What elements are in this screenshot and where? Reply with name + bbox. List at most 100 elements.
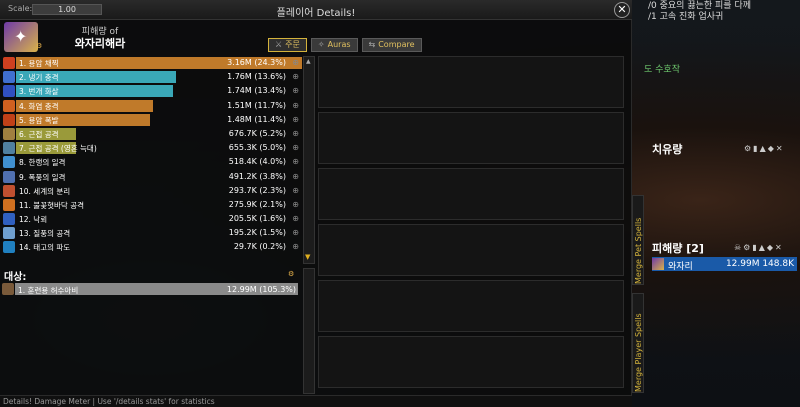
spell-name: 2. 냉기 충격 — [19, 73, 59, 83]
expand-icon[interactable]: ⊕ — [292, 72, 299, 81]
mage-class-icon — [652, 258, 664, 270]
mage-class-icon — [4, 22, 38, 52]
spell-name: 9. 폭풍의 일격 — [19, 172, 66, 182]
expand-icon[interactable]: ⊕ — [292, 200, 299, 209]
spell-icon — [3, 71, 15, 84]
spell-value: 1.76M (13.6%) — [227, 72, 286, 82]
spell-name: 5. 용암 폭발 — [19, 115, 59, 125]
meter-toolbar-icons[interactable]: ☠⚙▮▲◆✕ — [734, 243, 784, 252]
target-name: 1. 훈련용 허수아비 — [18, 286, 79, 295]
expand-icon[interactable]: ⊕ — [292, 115, 299, 124]
spell-name: 12. 낙뢰 — [19, 215, 48, 225]
spell-icon — [3, 142, 15, 155]
spell-row[interactable]: 2. 냉기 충격 1.76M (13.6%) ⊕ — [2, 70, 302, 84]
spell-icon — [3, 127, 15, 140]
spell-value: 1.51M (11.7%) — [227, 100, 286, 110]
target-dummy-icon — [2, 283, 14, 295]
expand-icon[interactable]: ⊕ — [292, 157, 299, 166]
spell-row[interactable]: 8. 한랭의 일격 518.4K (4.0%) ⊕ — [2, 155, 302, 169]
meter-toolbar-icons[interactable]: ⚙▮▲◆✕ — [744, 144, 785, 153]
spell-row[interactable]: 13. 질풍의 공격 195.2K (1.5%) ⊕ — [2, 226, 302, 240]
spell-value: 3.16M (24.3%) — [227, 58, 286, 67]
expand-icon[interactable]: ⊕ — [292, 86, 299, 95]
spell-value: 195.2K (1.5%) — [228, 228, 286, 238]
detail-panel — [318, 224, 624, 276]
spell-name: 10. 세계의 분리 — [19, 186, 71, 196]
spell-value: 275.9K (2.1%) — [228, 199, 286, 209]
merge-player-spells-tab[interactable]: Merge Player Spells — [632, 293, 644, 393]
spell-name: 8. 한랭의 일격 — [19, 158, 66, 168]
merge-pet-spells-tab[interactable]: Merge Pet Spells — [632, 195, 644, 285]
expand-icon[interactable]: ⊕ — [292, 143, 299, 152]
expand-icon[interactable]: ⊕ — [292, 101, 299, 110]
spell-scrollbar[interactable]: ▲ ▼ — [303, 56, 315, 264]
targets-label: 대상: — [4, 272, 27, 283]
spell-row[interactable]: 5. 용암 폭발 1.48M (11.4%) ⊕ — [2, 113, 302, 127]
tab-compare[interactable]: ⇆ Compare — [361, 38, 422, 52]
target-row[interactable]: 1. 훈련용 허수아비 12.99M (105.3%) — [2, 283, 298, 295]
expand-icon[interactable]: ⊕ — [292, 214, 299, 223]
meter-player-row[interactable]: 와자리 12.99M 148.8K — [652, 257, 797, 272]
spell-icon — [3, 113, 15, 126]
spell-icon — [3, 85, 15, 98]
scroll-down-icon[interactable]: ▼ — [305, 253, 310, 261]
aura-icon: ✧ — [317, 40, 325, 49]
spec-icon: ⚙ — [36, 42, 43, 50]
spell-list: 1. 용암 채찍 3.16M (24.3%) ⊕ 2. 냉기 충격 1.76M (13.… — [2, 56, 302, 255]
spell-icon — [3, 156, 15, 169]
damage-meter-title[interactable]: 피해량 [2] — [652, 240, 704, 256]
spell-value: 1.74M (13.4%) — [227, 86, 286, 96]
detail-panel — [318, 280, 624, 332]
spell-row[interactable]: 12. 낙뢰 205.5K (1.6%) ⊕ — [2, 212, 302, 226]
chat-line: /1 고속 진화 업사귀 — [648, 12, 724, 22]
spell-value: 1.48M (11.4%) — [227, 114, 286, 124]
target-scrollbar[interactable] — [303, 268, 315, 394]
spec-icon: ⚙ — [288, 270, 295, 278]
spell-row[interactable]: 1. 용암 채찍 3.16M (24.3%) ⊕ — [2, 56, 302, 70]
expand-icon[interactable]: ⊕ — [292, 172, 299, 181]
spell-name: 7. 근접 공격 (영혼 늑대) — [19, 144, 97, 154]
healing-meter-title[interactable]: 치유량 — [652, 141, 682, 157]
spell-row[interactable]: 14. 태고의 파도 29.7K (0.2%) ⊕ — [2, 240, 302, 254]
tab-auras[interactable]: ✧ Auras — [310, 38, 358, 52]
spell-row[interactable]: 3. 번개 화살 1.74M (13.4%) ⊕ — [2, 84, 302, 98]
spell-icon — [3, 227, 15, 240]
detail-panels — [318, 56, 624, 392]
target-value: 12.99M (105.3%) — [226, 285, 296, 294]
spell-row[interactable]: 10. 세계의 분리 293.7K (2.3%) ⊕ — [2, 184, 302, 198]
spell-value: 676.7K (5.2%) — [228, 128, 286, 138]
spell-value: 205.5K (1.6%) — [228, 214, 286, 224]
expand-icon[interactable]: ⊕ — [292, 186, 299, 195]
expand-icon[interactable]: ⊕ — [292, 242, 299, 251]
objective-text: 도 수호작 — [644, 65, 680, 75]
spell-name: 11. 불꽃혓바닥 공격 — [19, 200, 84, 210]
player-header: ⚙ 피해량 of 와자리해라 — [0, 20, 300, 56]
spell-value: 518.4K (4.0%) — [228, 157, 286, 167]
sword-icon: ⚔ — [275, 40, 283, 49]
spell-icon — [3, 198, 15, 211]
detail-panel — [318, 336, 624, 388]
title-bar[interactable]: Scale: 1.00 플레이어 Details! ✕ — [0, 0, 632, 20]
spell-name: 13. 질풍의 공격 — [19, 229, 71, 239]
compare-icon: ⇆ — [368, 40, 376, 49]
tab-spells[interactable]: ⚔ 주문 — [268, 38, 307, 52]
scroll-up-icon[interactable]: ▲ — [306, 58, 311, 65]
spell-icon — [3, 241, 15, 254]
spell-row[interactable]: 4. 화염 충격 1.51M (11.7%) ⊕ — [2, 99, 302, 113]
spell-row[interactable]: 11. 불꽃혓바닥 공격 275.9K (2.1%) ⊕ — [2, 198, 302, 212]
expand-icon[interactable]: ⊕ — [292, 58, 299, 67]
spell-icon — [3, 213, 15, 226]
spell-name: 14. 태고의 파도 — [19, 243, 71, 253]
detail-panel — [318, 168, 624, 220]
spell-value: 491.2K (3.8%) — [228, 171, 286, 181]
spell-icon — [3, 170, 15, 183]
expand-icon[interactable]: ⊕ — [292, 129, 299, 138]
spell-row[interactable]: 6. 근접 공격 676.7K (5.2%) ⊕ — [2, 127, 302, 141]
status-bar: Details! Damage Meter | Use '/details st… — [0, 395, 632, 407]
close-button[interactable]: ✕ — [614, 2, 630, 18]
spell-name: 4. 화염 충격 — [19, 101, 59, 111]
spell-row[interactable]: 9. 폭풍의 일격 491.2K (3.8%) ⊕ — [2, 170, 302, 184]
spell-row[interactable]: 7. 근접 공격 (영혼 늑대) 655.3K (5.0%) ⊕ — [2, 141, 302, 155]
expand-icon[interactable]: ⊕ — [292, 228, 299, 237]
spell-value: 655.3K (5.0%) — [228, 143, 286, 153]
